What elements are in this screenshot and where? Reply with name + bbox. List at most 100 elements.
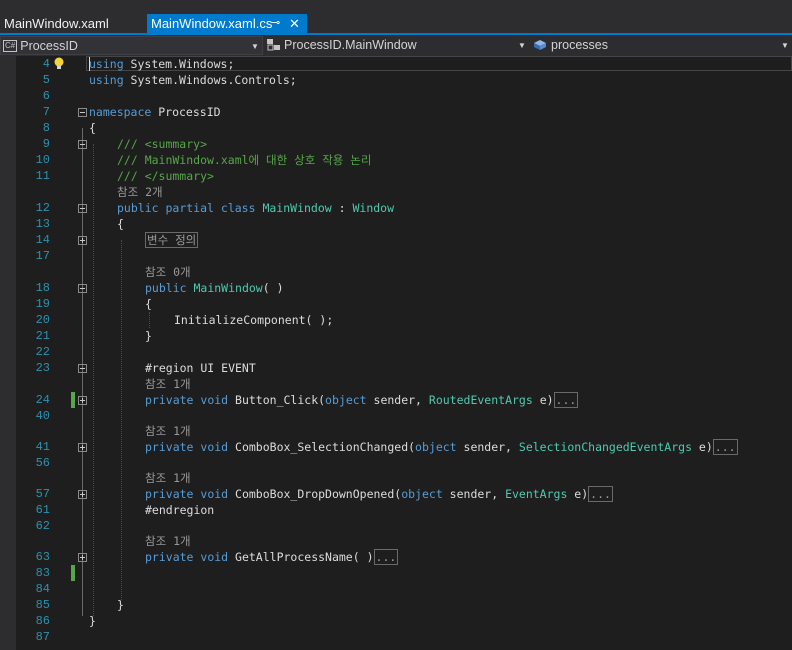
line-number: 20: [35, 313, 50, 327]
code-editor[interactable]: 4 using System.Windows; 5 using System.W…: [0, 56, 792, 650]
code-line: 5 using System.Windows.Controls;: [0, 72, 792, 88]
codelens-references[interactable]: 참조 1개: [145, 376, 191, 392]
codelens-references[interactable]: 참조 0개: [145, 264, 191, 280]
code-line: 19 {: [0, 296, 792, 312]
line-number: 84: [35, 582, 50, 596]
line-number: 24: [35, 393, 50, 407]
code-line: 21 }: [0, 328, 792, 344]
expand-toggle[interactable]: [78, 553, 87, 562]
line-number: 17: [35, 249, 50, 263]
expand-toggle[interactable]: [78, 236, 87, 245]
pin-icon[interactable]: ⊸: [271, 14, 280, 33]
code-text: private void GetAllProcessName( )...: [145, 549, 399, 565]
expand-toggle[interactable]: [78, 396, 87, 405]
collapse-toggle[interactable]: [78, 364, 87, 373]
text-caret: [89, 57, 90, 71]
collapse-toggle[interactable]: [78, 204, 87, 213]
region-directive: #region UI EVENT: [145, 361, 256, 375]
tab-mainwindow-xaml-cs[interactable]: MainWindow.xaml.cs ⊸ ✕: [147, 14, 307, 33]
code-line: 13 {: [0, 216, 792, 232]
collapse-toggle[interactable]: [78, 108, 87, 117]
line-number: 21: [35, 329, 50, 343]
line-number: 9: [42, 137, 50, 151]
line-number: 4: [42, 57, 50, 71]
line-number: 22: [35, 345, 50, 359]
code-line: 24 private void Button_Click(object send…: [0, 392, 792, 408]
code-text: namespace ProcessID: [89, 105, 221, 119]
collapsed-body[interactable]: ...: [588, 486, 613, 502]
lightbulb-icon[interactable]: [51, 56, 67, 72]
codelens-line: 참조 1개: [0, 376, 792, 392]
collapsed-body[interactable]: ...: [553, 392, 579, 408]
line-number: 7: [42, 105, 50, 119]
code-line: 83: [0, 565, 792, 581]
tab-label: MainWindow.xaml.cs: [151, 16, 273, 31]
comment-text: /// MainWindow.xaml에 대한 상호 작용 논리: [117, 153, 372, 167]
codelens-references[interactable]: 참조 1개: [145, 423, 191, 439]
code-line: 61 #endregion: [0, 502, 792, 518]
close-icon[interactable]: ✕: [289, 14, 300, 33]
code-text: using System.Windows.Controls;: [89, 73, 297, 87]
collapsed-region[interactable]: 변수 정의: [145, 232, 199, 248]
member-dropdown[interactable]: processes ▼: [531, 36, 792, 55]
code-text: private void Button_Click(object sender,…: [145, 392, 579, 408]
expand-toggle[interactable]: [78, 443, 87, 452]
code-line: 87: [0, 629, 792, 645]
project-dropdown[interactable]: C# ProcessID ▼: [0, 36, 263, 55]
type-dropdown[interactable]: ProcessID.MainWindow ▼: [264, 36, 530, 55]
code-line: 56: [0, 455, 792, 471]
line-number: 41: [35, 440, 50, 454]
code-line: 11 /// </summary>: [0, 168, 792, 184]
codelens-line: 참조 1개: [0, 533, 792, 549]
codelens-line: 참조 0개: [0, 264, 792, 280]
code-text: }: [117, 598, 124, 612]
code-line: 14 변수 정의: [0, 232, 792, 248]
line-number: 85: [35, 598, 50, 612]
codelens-references[interactable]: 참조 2개: [117, 184, 163, 200]
collapse-toggle[interactable]: [78, 140, 87, 149]
codelens-line: 참조 2개: [0, 184, 792, 200]
line-number: 19: [35, 297, 50, 311]
class-icon: [267, 38, 280, 51]
code-line: 86 }: [0, 613, 792, 629]
line-number: 61: [35, 503, 50, 517]
line-number: 63: [35, 550, 50, 564]
line-number: 10: [35, 153, 50, 167]
project-dropdown-label: ProcessID: [20, 39, 78, 53]
code-line: 41 private void ComboBox_SelectionChange…: [0, 439, 792, 455]
comment-text: /// </summary>: [117, 169, 214, 183]
codelens-line: 참조 1개: [0, 470, 792, 486]
code-line: 23 #region UI EVENT: [0, 360, 792, 376]
line-number: 86: [35, 614, 50, 628]
navigation-bar: C# ProcessID ▼ ProcessID.MainWindow ▼ pro…: [0, 35, 792, 56]
code-text: private void ComboBox_SelectionChanged(o…: [145, 439, 738, 455]
line-number: 83: [35, 566, 50, 580]
line-number: 6: [42, 89, 50, 103]
codelens-references[interactable]: 참조 1개: [145, 470, 191, 486]
code-line: 9 /// <summary>: [0, 136, 792, 152]
code-line: 8 {: [0, 120, 792, 136]
code-line: 18 public MainWindow( ): [0, 280, 792, 296]
code-text: }: [145, 329, 152, 343]
line-number: 40: [35, 409, 50, 423]
collapsed-body[interactable]: ...: [373, 549, 399, 565]
code-text: {: [89, 121, 96, 135]
line-number: 5: [42, 73, 50, 87]
tab-mainwindow-xaml[interactable]: MainWindow.xaml: [0, 14, 146, 33]
expand-toggle[interactable]: [78, 490, 87, 499]
code-line: 10 /// MainWindow.xaml에 대한 상호 작용 논리: [0, 152, 792, 168]
collapse-toggle[interactable]: [78, 284, 87, 293]
code-text: {: [117, 217, 124, 231]
code-line: 4 using System.Windows;: [0, 56, 792, 72]
code-line: 84: [0, 581, 792, 597]
chevron-down-icon: ▼: [251, 42, 259, 51]
code-text: InitializeComponent( );: [174, 313, 334, 327]
codelens-references[interactable]: 참조 1개: [145, 533, 191, 549]
line-number: 8: [42, 121, 50, 135]
field-icon: [534, 39, 546, 50]
code-line: 20 InitializeComponent( );: [0, 312, 792, 328]
line-number: 23: [35, 361, 50, 375]
code-text: {: [145, 297, 152, 311]
line-number: 62: [35, 519, 50, 533]
collapsed-body[interactable]: ...: [712, 439, 738, 455]
